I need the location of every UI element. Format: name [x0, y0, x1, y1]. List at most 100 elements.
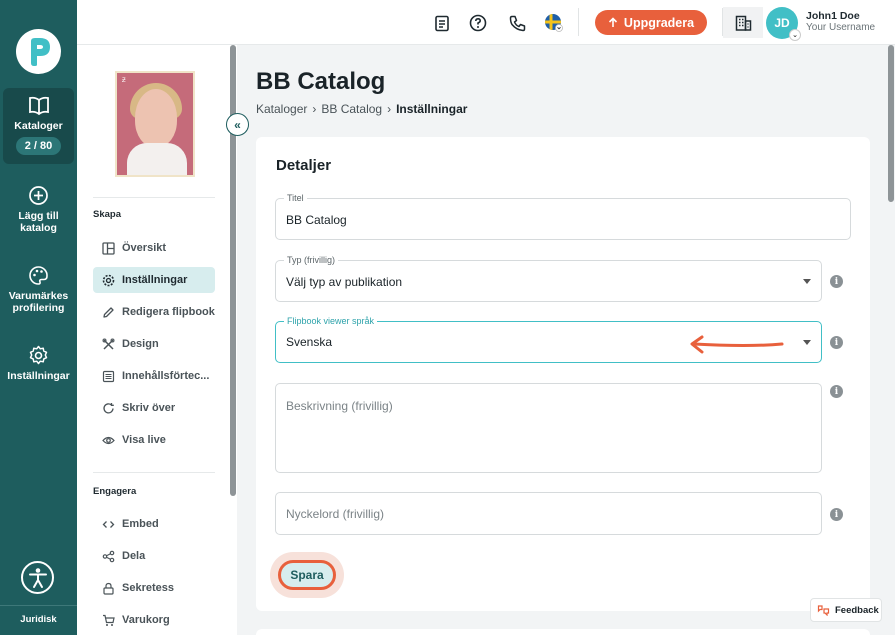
breadcrumb-link-catalogs[interactable]: Kataloger — [256, 102, 307, 116]
sidebar-item-cart[interactable]: Varukorg — [93, 607, 215, 633]
arrow-left-annotation-icon — [690, 335, 784, 354]
arrow-up-icon — [608, 17, 617, 27]
help-icon[interactable] — [468, 13, 488, 33]
sidebar-divider — [93, 472, 215, 473]
viewer-language-select[interactable]: Flipbook viewer språk Svenska — [275, 316, 822, 363]
sidebar-item-embed[interactable]: Embed — [93, 511, 215, 537]
sidebar-item-label: Dela — [122, 550, 146, 562]
sidebar-item-label: Sekretess — [122, 582, 174, 594]
rail-item-branding[interactable]: Varumärkes profilering — [3, 265, 74, 314]
avatar-initials: JD — [774, 16, 790, 30]
top-bar: Uppgradera JD ⌄ John1 Doe Your Username — [77, 0, 895, 45]
gear-icon — [29, 345, 48, 365]
app-logo[interactable] — [16, 29, 61, 74]
building-icon — [735, 15, 751, 31]
section-heading-create: Skapa — [93, 209, 121, 220]
list-icon — [102, 370, 115, 382]
next-card — [256, 629, 870, 635]
info-icon[interactable]: i — [830, 508, 843, 521]
sidebar-item-view-live[interactable]: Visa live — [93, 427, 215, 453]
rail-item-label: Lägg till katalog — [18, 210, 59, 234]
phone-icon[interactable] — [507, 13, 527, 33]
sidebar-item-privacy[interactable]: Sekretess — [93, 575, 215, 601]
book-open-icon — [28, 96, 49, 116]
main-content: BB Catalog Kataloger › BB Catalog › Inst… — [237, 45, 895, 635]
type-select-value: Välj typ av publikation — [286, 275, 403, 289]
avatar[interactable]: JD ⌄ — [766, 7, 801, 41]
feedback-icon — [817, 605, 830, 616]
chevron-down-icon: ⌄ — [789, 29, 801, 41]
chevron-right-icon: › — [312, 102, 317, 116]
layout-icon — [102, 241, 115, 255]
swedish-flag-icon[interactable] — [544, 13, 564, 33]
rail-item-catalogs[interactable]: Kataloger 2 / 80 — [3, 88, 74, 164]
type-select[interactable]: Typ (frivillig) Välj typ av publikation — [275, 255, 822, 302]
refresh-icon — [103, 402, 114, 413]
sidebar-item-share[interactable]: Dela — [93, 543, 215, 569]
gear-icon — [102, 274, 115, 286]
title-field-label: Titel — [284, 193, 307, 203]
chevron-right-icon: › — [387, 102, 392, 116]
sidebar-item-label: Embed — [122, 518, 159, 530]
upgrade-label: Uppgradera — [623, 15, 695, 30]
sidebar-item-label: Inställningar — [122, 274, 188, 286]
sidebar-item-table-of-contents[interactable]: Innehållsförtec... — [93, 363, 215, 389]
rail-item-label: Varumärkes profilering — [8, 290, 69, 314]
rail-item-label: Inställningar — [7, 370, 70, 382]
user-name: John1 Doe — [806, 10, 860, 22]
document-icon[interactable] — [432, 13, 452, 33]
upgrade-button[interactable]: Uppgradera — [595, 10, 707, 35]
save-button[interactable]: Spara — [278, 560, 336, 590]
info-icon[interactable]: i — [830, 336, 843, 349]
accessibility-icon — [28, 567, 47, 588]
sidebar-item-label: Visa live — [122, 434, 166, 446]
feedback-button[interactable]: Feedback — [810, 598, 882, 622]
sidebar-item-design[interactable]: Design — [93, 331, 215, 357]
organization-button[interactable] — [723, 7, 763, 38]
palette-icon — [29, 266, 48, 285]
type-select-label: Typ (frivillig) — [284, 255, 339, 265]
keywords-field[interactable]: Nyckelord (frivillig) — [275, 492, 822, 535]
rail-item-settings[interactable]: Inställningar — [3, 345, 74, 382]
breadcrumb: Kataloger › BB Catalog › Inställningar — [256, 102, 467, 116]
title-field[interactable]: Titel BB Catalog — [275, 193, 851, 240]
double-chevron-left-icon: « — [234, 117, 241, 132]
description-placeholder: Beskrivning (frivillig) — [286, 399, 393, 413]
code-icon — [102, 520, 115, 528]
section-heading-engage: Engagera — [93, 486, 137, 497]
sidebar-item-edit-flipbook[interactable]: Redigera flipbook — [93, 299, 215, 325]
viewer-language-value: Svenska — [286, 335, 333, 349]
sidebar-item-label: Skriv över — [122, 402, 176, 414]
sidebar-item-overview[interactable]: Översikt — [93, 235, 215, 261]
collapse-sidebar-button[interactable]: « — [226, 113, 249, 136]
sidebar-item-label: Översikt — [122, 242, 167, 254]
topbar-divider — [578, 8, 579, 36]
legal-link[interactable]: Juridisk — [0, 614, 77, 625]
main-scrollbar[interactable] — [888, 45, 894, 202]
card-title: Detaljer — [276, 157, 332, 174]
tools-icon — [102, 338, 115, 350]
thumbnail-logo-icon: Ƶ — [122, 78, 126, 84]
accessibility-button[interactable] — [21, 561, 54, 594]
sidebar-item-overwrite[interactable]: Skriv över — [93, 395, 215, 421]
description-field[interactable]: Beskrivning (frivillig) — [275, 383, 822, 473]
rail-item-add-catalog[interactable]: Lägg till katalog — [3, 185, 74, 234]
sidebar-item-label: Innehållsförtec... — [122, 370, 210, 382]
eye-icon — [102, 436, 115, 444]
user-username: Your Username — [806, 22, 876, 33]
sidebar-item-label: Varukorg — [122, 614, 170, 626]
title-field-value: BB Catalog — [286, 213, 347, 227]
viewer-language-label: Flipbook viewer språk — [284, 316, 378, 326]
plus-circle-icon — [29, 186, 48, 205]
sidebar-item-settings[interactable]: Inställningar — [93, 267, 215, 293]
breadcrumb-link-catalog[interactable]: BB Catalog — [321, 102, 382, 116]
breadcrumb-current: Inställningar — [396, 102, 468, 116]
catalog-thumbnail[interactable]: Ƶ — [115, 71, 195, 177]
details-card: Detaljer Titel BB Catalog Typ (frivillig… — [256, 137, 870, 611]
keywords-placeholder: Nyckelord (frivillig) — [286, 507, 385, 521]
info-icon[interactable]: i — [830, 275, 843, 288]
catalog-sidebar: Ƶ Skapa Översikt Inställningar Redigera … — [77, 45, 237, 635]
info-icon[interactable]: i — [830, 385, 843, 398]
lock-icon — [103, 582, 114, 595]
caret-down-icon — [803, 340, 811, 345]
